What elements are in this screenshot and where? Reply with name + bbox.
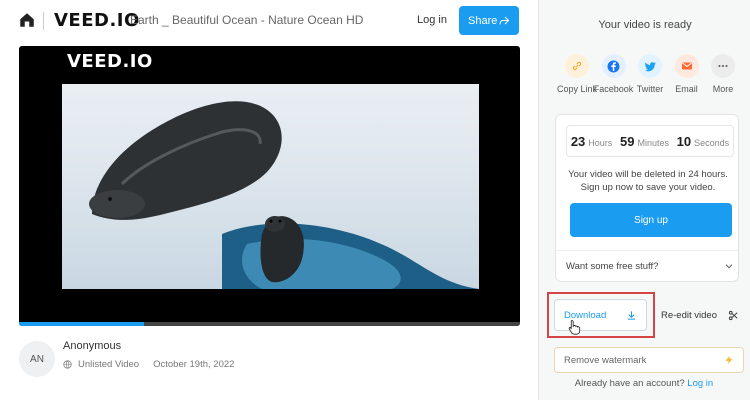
share-option-label: Facebook — [593, 84, 634, 94]
lightning-icon — [725, 355, 733, 365]
seal-scene-image — [89, 101, 479, 289]
share-option-facebook[interactable]: Facebook — [593, 54, 634, 94]
progress-bar[interactable] — [19, 322, 520, 326]
player-watermark: VEED.IO — [67, 51, 153, 72]
brand-logo[interactable]: VEED.IO — [54, 10, 140, 31]
share-button[interactable]: Share — [459, 6, 519, 35]
video-meta: Unlisted Video October 19th, 2022 — [63, 359, 234, 370]
hours-label: Hours — [588, 137, 613, 148]
account-prompt: Already have an account? Log in — [538, 378, 750, 389]
account-text: Already have an account? — [574, 378, 685, 389]
share-option-more[interactable]: More — [705, 54, 741, 94]
video-title: Earth _ Beautiful Ocean - Nature Ocean H… — [130, 13, 364, 27]
share-options: Copy Link Facebook Twitter Email More — [556, 54, 741, 94]
hours-value: 23 — [570, 133, 586, 149]
author-row: AN Anonymous Unlisted Video October 19th… — [19, 335, 520, 385]
minutes-label: Minutes — [637, 137, 669, 148]
share-arrow-icon — [499, 16, 510, 25]
more-icon — [718, 65, 728, 67]
seconds-value: 10 — [676, 133, 692, 149]
ready-heading: Your video is ready — [598, 19, 692, 31]
countdown-timer: 23 Hours 59 Minutes 10 Seconds — [566, 125, 734, 157]
email-circle — [674, 54, 699, 78]
more-circle — [711, 54, 735, 78]
deletion-message: Your video will be deleted in 24 hours. … — [562, 168, 734, 194]
share-option-label: Copy Link — [556, 84, 598, 94]
signup-button[interactable]: Sign up — [570, 203, 732, 237]
link-icon — [572, 61, 582, 71]
share-option-email[interactable]: Email — [669, 54, 705, 94]
copy-link-circle — [565, 54, 589, 78]
share-button-label: Share — [468, 14, 498, 27]
deletion-line-2: Sign up now to save your video. — [580, 182, 716, 193]
expiry-card: 23 Hours 59 Minutes 10 Seconds Your video w… — [555, 114, 739, 282]
twitter-circle — [638, 54, 662, 78]
home-icon[interactable] — [18, 11, 36, 29]
video-player[interactable]: VEED.IO — [19, 46, 520, 326]
minutes-value: 59 — [619, 133, 635, 149]
upload-date: October 19th, 2022 — [153, 359, 235, 370]
reedit-button[interactable]: Re-edit video — [655, 299, 745, 331]
seconds-label: Seconds — [694, 137, 730, 148]
card-divider — [556, 250, 738, 251]
account-login-link[interactable]: Log in — [687, 378, 713, 389]
share-panel: Your video is ready Copy Link Facebook T… — [538, 0, 750, 400]
visibility-label: Unlisted Video — [78, 359, 140, 370]
top-bar: VEED.IO Earth _ Beautiful Ocean - Nature… — [0, 0, 538, 42]
timer-hours: 23 Hours — [571, 134, 612, 149]
twitter-icon — [644, 61, 656, 71]
globe-icon — [63, 360, 72, 369]
free-stuff-label: Want some free stuff? — [566, 261, 659, 272]
chevron-down-icon — [725, 264, 733, 269]
share-option-label: Twitter — [636, 84, 664, 94]
share-option-twitter[interactable]: Twitter — [632, 54, 668, 94]
share-option-label: Email — [675, 84, 698, 94]
header-divider — [43, 12, 44, 30]
free-stuff-toggle[interactable]: Want some free stuff? — [566, 261, 734, 272]
share-option-copy-link[interactable]: Copy Link — [556, 54, 598, 94]
author-name: Anonymous — [63, 340, 122, 352]
timer-minutes: 59 Minutes — [620, 134, 669, 149]
facebook-circle — [601, 54, 626, 78]
email-icon — [681, 62, 692, 70]
download-icon — [627, 310, 636, 320]
facebook-icon — [607, 60, 620, 72]
hand-cursor-icon — [568, 320, 581, 335]
scissors-icon — [728, 310, 738, 320]
avatar: AN — [19, 341, 55, 377]
timer-seconds: 10 Seconds — [677, 134, 730, 149]
login-link[interactable]: Log in — [417, 14, 447, 26]
reedit-label: Re-edit video — [661, 309, 717, 321]
remove-watermark-button[interactable]: Remove watermark — [554, 347, 744, 373]
share-option-label: More — [712, 84, 734, 94]
progress-fill — [19, 322, 145, 326]
video-frame[interactable] — [62, 84, 479, 289]
remove-watermark-label: Remove watermark — [564, 354, 647, 366]
deletion-line-1: Your video will be deleted in 24 hours. — [568, 169, 728, 180]
